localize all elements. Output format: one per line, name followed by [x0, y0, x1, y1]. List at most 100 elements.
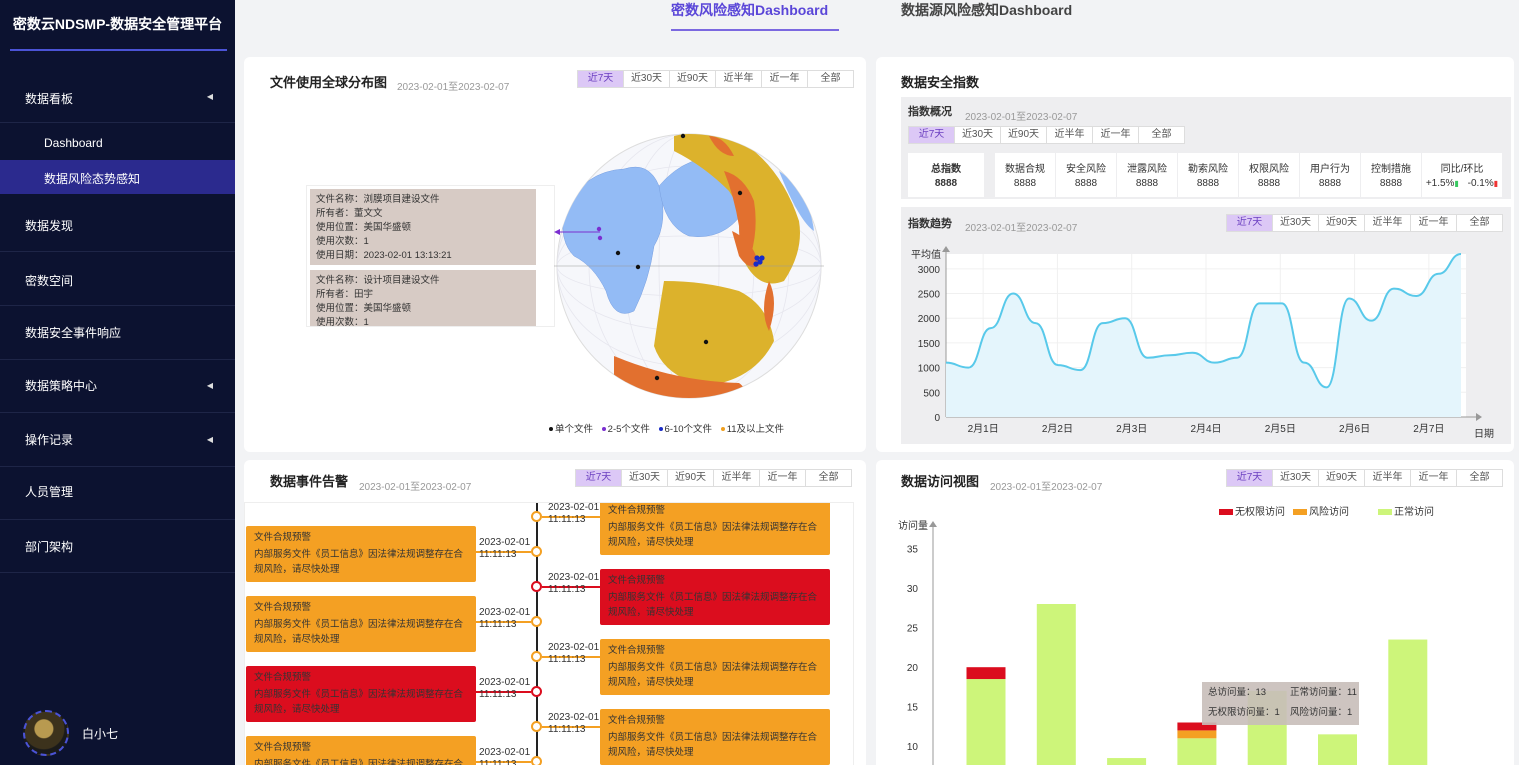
- range-all[interactable]: 全部: [805, 470, 851, 486]
- event-datetime: 2023-02-01 11:11:13: [548, 712, 599, 736]
- range-half-year[interactable]: 近半年: [715, 71, 761, 87]
- bar-risk[interactable]: [1177, 730, 1217, 739]
- legend-swatch: [1293, 509, 1307, 515]
- range-7d[interactable]: 近7天: [578, 71, 623, 87]
- event-title: 文件合规预警: [608, 715, 666, 726]
- range-30d[interactable]: 近30天: [1272, 215, 1318, 231]
- range-7d[interactable]: 近7天: [1227, 470, 1272, 486]
- trend-line-chart[interactable]: 0 500 1000 1500 2000 2500 3000 2月1日 2月2日 2月3日 2月4日…: [901, 242, 1511, 442]
- ratio-down-value: -0.1%: [1467, 178, 1494, 189]
- y-tick-label: 35: [907, 545, 919, 556]
- range-1y[interactable]: 近一年: [1410, 215, 1456, 231]
- range-all[interactable]: 全部: [1456, 470, 1502, 486]
- security-index-card: 数据安全指数 指数概况 2023-02-01至2023-02-07 近7天 近30…: [876, 57, 1514, 452]
- sidebar-item-incident-response[interactable]: 数据安全事件响应: [0, 306, 235, 360]
- range-30d[interactable]: 近30天: [1272, 470, 1318, 486]
- sidebar-item-label: 数据发现: [25, 219, 74, 233]
- tooltip-total: 总访问量：13: [1208, 687, 1267, 698]
- legend-swatch: [1219, 509, 1233, 515]
- event-card[interactable]: 文件合规预警内部服务文件《员工信息》因法律法规调整存在合规风险，请尽快处理: [246, 736, 476, 765]
- sidebar-item-personnel[interactable]: 人员管理: [0, 467, 235, 520]
- range-half-year[interactable]: 近半年: [713, 470, 759, 486]
- index-yoy-mom: 同比/环比 +1.5%▮ -0.1%▮: [1422, 153, 1502, 197]
- event-card[interactable]: 文件合规预警内部服务文件《员工信息》因法律法规调整存在合规风险，请尽快处理: [246, 596, 476, 652]
- trend-date: 2023-02-01至2023-02-07: [965, 223, 1078, 234]
- range-all[interactable]: 全部: [1456, 215, 1502, 231]
- sidebar-item-risk-awareness[interactable]: 数据风险态势感知: [0, 160, 235, 194]
- sidebar-item-department[interactable]: 部门架构: [0, 520, 235, 573]
- event-datetime: 2023-02-01 11:11:13: [548, 503, 599, 526]
- bar-normal[interactable]: [1177, 738, 1217, 765]
- sidebar-item-data-discovery[interactable]: 数据发现: [0, 197, 235, 252]
- tab-risk-dashboard[interactable]: 密数风险感知Dashboard: [671, 0, 828, 20]
- y-tick-label: 3000: [918, 265, 941, 276]
- sidebar-item-dashboard[interactable]: Dashboard: [0, 126, 235, 160]
- x-tick-label: 2月1日: [968, 423, 999, 435]
- event-card[interactable]: 文件合规预警内部服务文件《员工信息》因法律法规调整存在合规风险，请尽快处理: [600, 569, 830, 625]
- event-card[interactable]: 文件合规预警内部服务文件《员工信息》因法律法规调整存在合规风险，请尽快处理: [600, 639, 830, 695]
- bar-normal[interactable]: [966, 679, 1006, 765]
- y-tick-label: 10: [907, 742, 919, 753]
- range-all[interactable]: 全部: [1138, 127, 1184, 143]
- sidebar-item-operation-log[interactable]: 操作记录 ◀: [0, 413, 235, 467]
- sidebar-item-secret-space[interactable]: 密数空间: [0, 252, 235, 306]
- range-30d[interactable]: 近30天: [621, 470, 667, 486]
- tooltip-line: 使用次数：1: [316, 236, 369, 247]
- timeline-node: [531, 756, 542, 765]
- y-tick-label: 0: [934, 413, 940, 424]
- index-compliance: 数据合规 8888: [995, 153, 1055, 197]
- range-90d[interactable]: 近90天: [1318, 470, 1364, 486]
- range-1y[interactable]: 近一年: [1092, 127, 1138, 143]
- bar-normal[interactable]: [1107, 758, 1147, 765]
- sidebar-item-label: 数据安全事件响应: [25, 326, 122, 340]
- event-desc: 内部服务文件《员工信息》因法律法规调整存在合规风险，请尽快处理: [254, 759, 464, 765]
- range-7d[interactable]: 近7天: [576, 470, 621, 486]
- x-axis-label: 日期: [1474, 428, 1494, 440]
- sidebar-item-data-board[interactable]: 数据看板 ◀: [0, 70, 235, 123]
- range-1y[interactable]: 近一年: [1410, 470, 1456, 486]
- bar-normal[interactable]: [1388, 639, 1428, 765]
- range-half-year[interactable]: 近半年: [1364, 470, 1410, 486]
- event-datetime: 2023-02-01 11:11:13: [479, 537, 530, 561]
- bar-normal[interactable]: [1318, 734, 1357, 765]
- x-tick-label: 2月3日: [1116, 423, 1147, 435]
- event-time: 11:11:13: [548, 654, 586, 665]
- event-datetime: 2023-02-01 11:11:13: [479, 677, 530, 701]
- bar-unauthorized[interactable]: [966, 667, 1006, 680]
- event-date: 2023-02-01: [479, 537, 531, 548]
- sidebar-item-label: 数据风险态势感知: [44, 172, 141, 186]
- arrow-down-icon: ▮: [1493, 179, 1499, 188]
- event-card[interactable]: 文件合规预警内部服务文件《员工信息》因法律法规调整存在合规风险，请尽快处理: [246, 666, 476, 722]
- access-title: 数据访问视图: [901, 474, 980, 489]
- tab-datasource-dashboard[interactable]: 数据源风险感知Dashboard: [901, 0, 1072, 20]
- range-half-year[interactable]: 近半年: [1364, 215, 1410, 231]
- bar-normal[interactable]: [1036, 604, 1076, 765]
- range-30d[interactable]: 近30天: [954, 127, 1000, 143]
- range-1y[interactable]: 近一年: [759, 470, 805, 486]
- title-underline: [10, 49, 227, 51]
- range-half-year[interactable]: 近半年: [1046, 127, 1092, 143]
- x-tick-label: 2月7日: [1413, 423, 1444, 435]
- event-card[interactable]: 文件合规预警内部服务文件《员工信息》因法律法规调整存在合规风险，请尽快处理: [246, 526, 476, 582]
- range-90d[interactable]: 近90天: [667, 470, 713, 486]
- range-7d[interactable]: 近7天: [1227, 215, 1272, 231]
- access-bar-chart[interactable]: 10 15 20 25 30 35 访问量 无权限访问 风险访问 正常访问: [876, 500, 1514, 765]
- range-90d[interactable]: 近90天: [1318, 215, 1364, 231]
- range-90d[interactable]: 近90天: [1000, 127, 1046, 143]
- range-1y[interactable]: 近一年: [761, 71, 807, 87]
- sidebar-item-label: 数据策略中心: [25, 379, 98, 393]
- map-card: 文件使用全球分布图 2023-02-01至2023-02-07 近7天 近30天近…: [244, 57, 866, 452]
- sidebar-item-label: 操作记录: [25, 433, 74, 447]
- avatar[interactable]: [23, 710, 69, 756]
- range-all[interactable]: 全部: [807, 71, 853, 87]
- sidebar-item-policy-center[interactable]: 数据策略中心 ◀: [0, 360, 235, 413]
- range-30d[interactable]: 近30天: [623, 71, 669, 87]
- event-card[interactable]: 文件合规预警内部服务文件《员工信息》因法律法规调整存在合规风险，请尽快处理: [600, 709, 830, 765]
- event-datetime: 2023-02-01 11:11:13: [548, 642, 599, 666]
- event-card[interactable]: 文件合规预警内部服务文件《员工信息》因法律法规调整存在合规风险，请尽快处理: [600, 503, 830, 555]
- event-date: 2023-02-01: [548, 642, 600, 653]
- events-date: 2023-02-01至2023-02-07: [359, 482, 472, 493]
- range-90d[interactable]: 近90天: [669, 71, 715, 87]
- globe-map[interactable]: [554, 131, 824, 401]
- range-7d[interactable]: 近7天: [909, 127, 954, 143]
